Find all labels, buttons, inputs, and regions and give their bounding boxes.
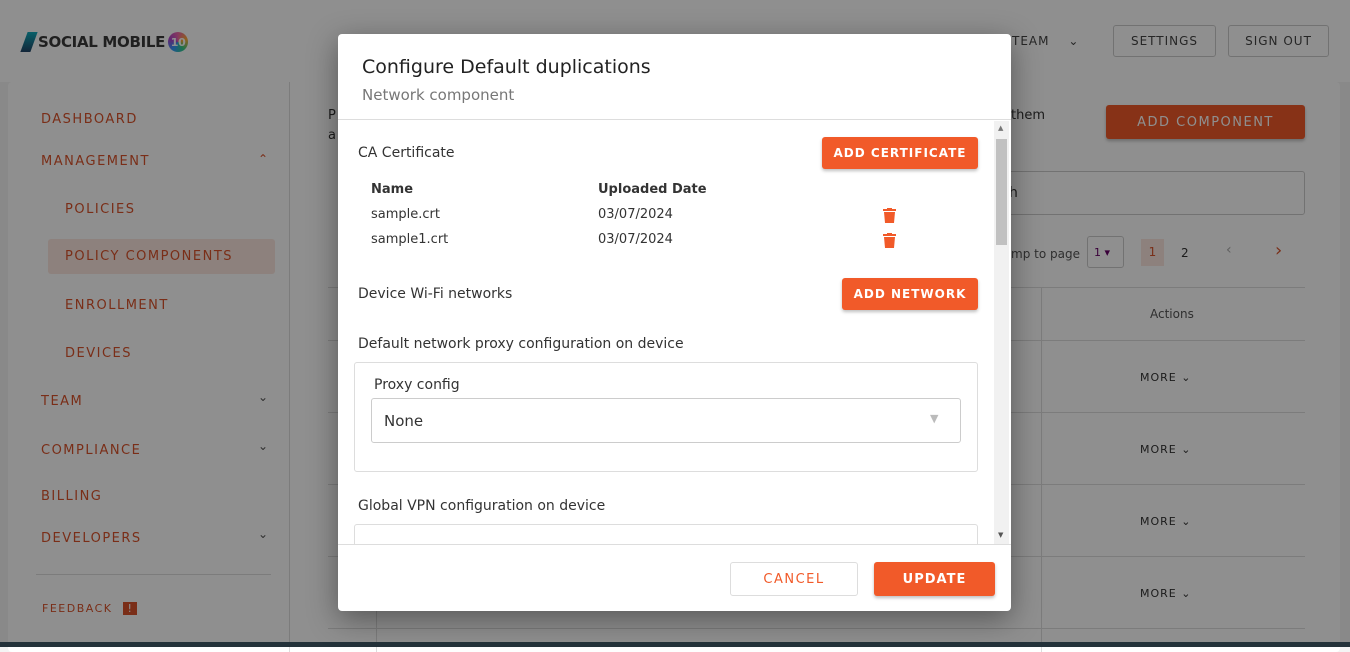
cert-name: sample1.crt [371,232,449,247]
dialog-scrollbar[interactable]: ▲ ▼ [994,121,1009,544]
proxy-config-label: Proxy config [374,377,460,393]
column-header-name: Name [371,182,414,197]
dialog-footer: CANCEL UPDATE [338,544,1011,611]
ca-certificate-label: CA Certificate [358,145,455,161]
dialog-title: Configure Default duplications [362,56,651,78]
column-header-date: Uploaded Date [598,182,707,197]
vpn-config-card [354,524,978,544]
taskbar [0,642,1350,647]
trash-icon[interactable] [883,233,896,248]
update-button[interactable]: UPDATE [874,562,995,596]
scroll-down-icon[interactable]: ▼ [998,531,1003,539]
proxy-config-select[interactable]: None ▼ [371,398,961,443]
add-network-button[interactable]: ADD NETWORK [842,278,978,310]
cancel-button[interactable]: CANCEL [730,562,858,596]
dialog-subtitle: Network component [362,86,515,104]
dialog-body: CA Certificate ADD CERTIFICATE Name Uplo… [338,121,994,544]
configure-dialog: Configure Default duplications Network c… [338,34,1011,611]
vpn-section-label: Global VPN configuration on device [358,498,606,514]
proxy-config-card: Proxy config None ▼ [354,362,978,472]
wifi-networks-label: Device Wi-Fi networks [358,286,513,302]
add-certificate-button[interactable]: ADD CERTIFICATE [822,137,978,169]
cert-name: sample.crt [371,207,440,222]
cert-date: 03/07/2024 [598,207,673,222]
trash-icon[interactable] [883,208,896,223]
dropdown-arrow-icon: ▼ [930,412,939,425]
scrollbar-thumb[interactable] [996,139,1007,245]
cert-date: 03/07/2024 [598,232,673,247]
scroll-up-icon[interactable]: ▲ [998,124,1003,132]
proxy-section-label: Default network proxy configuration on d… [358,336,684,352]
